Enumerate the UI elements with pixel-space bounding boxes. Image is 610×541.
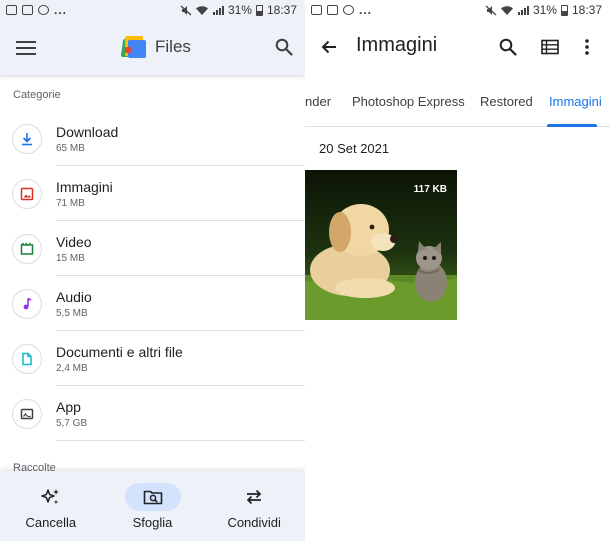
whatsapp-notification-icon: [343, 5, 354, 15]
category-size: 15 MB: [56, 252, 85, 264]
clock: 18:37: [266, 3, 297, 17]
nav-label: Sfoglia: [132, 515, 173, 530]
date-header: 20 Set 2021: [319, 141, 390, 156]
file-size-badge: 117 KB: [413, 184, 447, 195]
nav-clean[interactable]: Cancella: [0, 471, 102, 541]
mute-icon: [180, 5, 192, 15]
category-size: 2,4 MB: [56, 362, 88, 374]
tab-immagini[interactable]: Immagini: [549, 94, 602, 109]
category-name: Video: [56, 233, 92, 250]
music-note-icon: [12, 288, 42, 319]
category-name: Immagini: [56, 178, 113, 195]
tab-photoshop-express[interactable]: Photoshop Express: [352, 94, 465, 109]
search-icon[interactable]: [499, 38, 517, 56]
nav-share[interactable]: Condividi: [203, 471, 305, 541]
message-notification-icon: [22, 5, 33, 15]
menu-icon[interactable]: [16, 40, 36, 55]
whatsapp-notification-icon: [38, 5, 49, 15]
category-name: Audio: [56, 288, 92, 305]
battery-percentage: 31%: [532, 3, 557, 17]
more-notifications: ...: [54, 3, 68, 17]
browse-icon: [143, 490, 162, 505]
search-icon[interactable]: [275, 38, 293, 56]
categories-list: Download 65 MB Immagini 71 MB Video 15 M…: [0, 111, 305, 441]
category-name: Download: [56, 123, 119, 140]
clock: 18:37: [571, 3, 602, 17]
app-name: Files: [155, 37, 191, 56]
message-notification-icon: [327, 5, 338, 15]
battery-percentage: 31%: [227, 3, 252, 17]
category-download[interactable]: Download 65 MB: [0, 111, 305, 166]
nav-label: Condividi: [227, 515, 281, 530]
tab-restored[interactable]: Restored: [480, 94, 533, 109]
category-size: 65 MB: [56, 142, 85, 154]
app-icon: [12, 398, 42, 429]
nav-browse[interactable]: Sfoglia: [102, 471, 204, 541]
categories-heading: Categorie: [13, 89, 61, 101]
category-name: Documenti e altri file: [56, 343, 183, 360]
files-logo: [120, 36, 146, 58]
images-screen: ... 31% 18:37 Immagini nder Photoshop Ex…: [305, 0, 610, 541]
image-icon: [12, 178, 42, 209]
battery-icon: [255, 4, 263, 16]
bottom-navigation: Cancella Sfoglia Condividi: [0, 471, 305, 541]
signal-icon: [212, 5, 224, 15]
nav-label: Cancella: [25, 515, 77, 530]
category-apps[interactable]: App 5,7 GB: [0, 386, 305, 441]
mute-icon: [485, 5, 497, 15]
category-size: 5,5 MB: [56, 307, 88, 319]
page-title: Immagini: [356, 34, 438, 56]
top-app-bar: Files: [0, 20, 305, 75]
document-icon: [12, 343, 42, 374]
list-view-icon[interactable]: [541, 39, 559, 55]
signal-icon: [517, 5, 529, 15]
active-tab-indicator: [547, 124, 597, 127]
files-home-screen: ... 31% 18:37 Files Categorie Download 6…: [0, 0, 305, 541]
status-bar: ... 31% 18:37: [305, 0, 610, 20]
category-size: 71 MB: [56, 197, 85, 209]
video-icon: [12, 233, 42, 264]
category-video[interactable]: Video 15 MB: [0, 221, 305, 276]
sparkle-icon: [41, 489, 59, 504]
gallery-notification-icon: [311, 5, 322, 15]
folder-tabs: nder Photoshop Express Restored Immagini: [305, 75, 610, 127]
status-bar: ... 31% 18:37: [0, 0, 305, 20]
more-vert-icon[interactable]: [583, 38, 591, 56]
category-name: App: [56, 398, 81, 415]
category-documents[interactable]: Documenti e altri file 2,4 MB: [0, 331, 305, 386]
tab-nder[interactable]: nder: [305, 94, 331, 109]
swap-icon: [246, 489, 262, 505]
gallery-notification-icon: [6, 5, 17, 15]
more-notifications: ...: [359, 3, 373, 17]
category-images[interactable]: Immagini 71 MB: [0, 166, 305, 221]
battery-icon: [560, 4, 568, 16]
category-audio[interactable]: Audio 5,5 MB: [0, 276, 305, 331]
wifi-icon: [500, 5, 513, 15]
download-icon: [12, 123, 42, 154]
divider: [56, 440, 305, 441]
top-app-bar: Immagini: [305, 20, 610, 75]
back-arrow-icon[interactable]: [320, 38, 338, 56]
category-size: 5,7 GB: [56, 417, 88, 429]
image-thumbnail[interactable]: 117 KB: [305, 170, 457, 320]
wifi-icon: [195, 5, 208, 15]
app-title: Files: [120, 36, 191, 58]
